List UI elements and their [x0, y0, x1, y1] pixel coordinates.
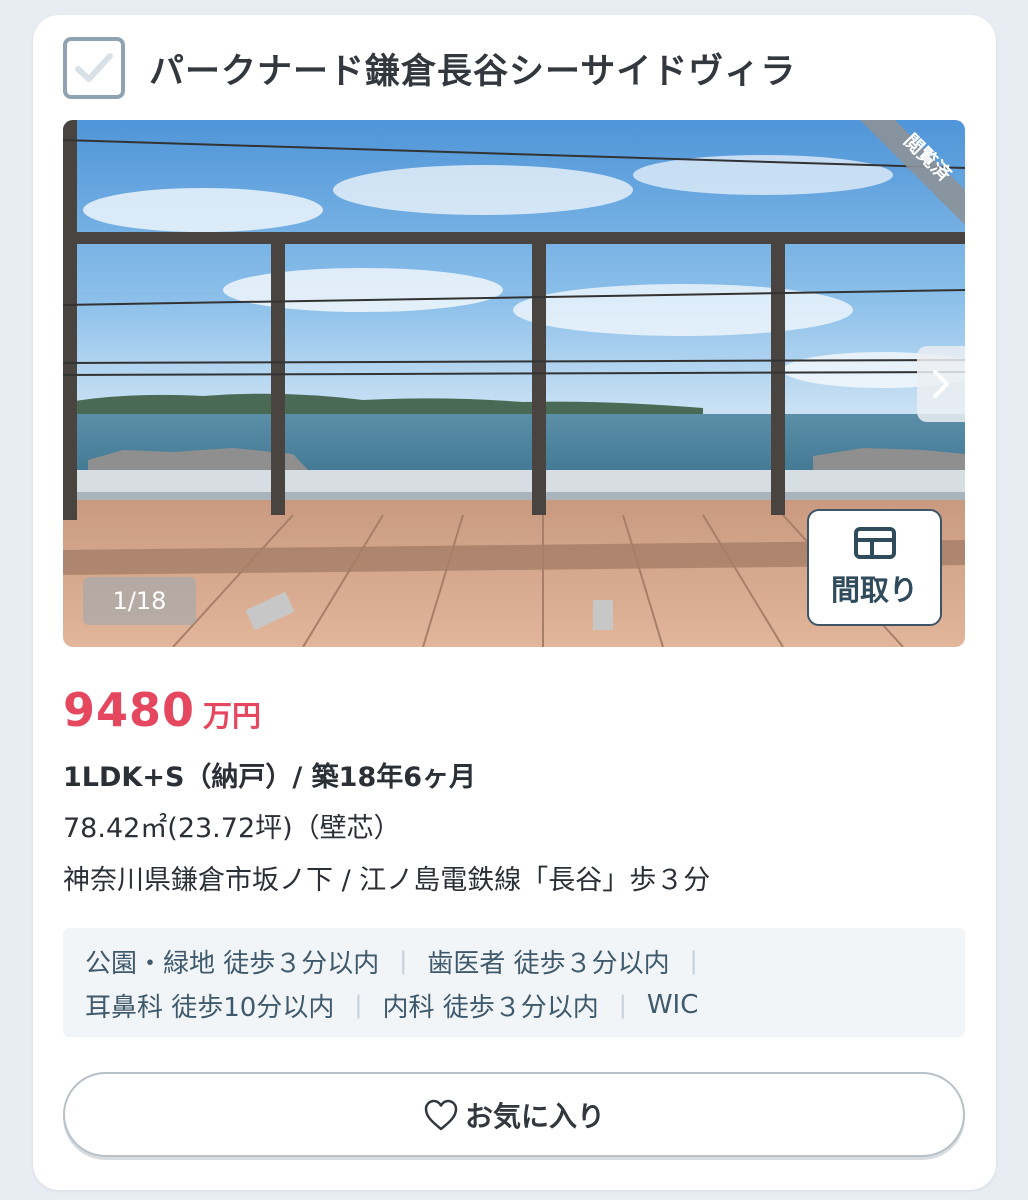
feature-tags: 公園・緑地 徒歩３分以内 | 歯医者 徒歩３分以内 | 耳鼻科 徒歩10分以内 … [63, 928, 965, 1037]
select-checkbox[interactable] [63, 37, 125, 99]
listing-header: パークナード鎌倉長谷シーサイドヴィラ [63, 36, 963, 100]
tag-item: WIC [646, 990, 699, 1020]
tag-separator: | [689, 947, 698, 975]
heart-icon [424, 1099, 458, 1130]
location-access: 神奈川県鎌倉市坂ノ下 / 江ノ島電鉄線「長谷」歩３分 [63, 865, 711, 896]
viewed-ribbon: 閲覧済 [860, 120, 965, 225]
price-unit: 万円 [203, 699, 262, 733]
favorite-button[interactable]: お気に入り [63, 1072, 965, 1157]
listing-card[interactable]: パークナード鎌倉長谷シーサイドヴィラ 閲覧済 1/18 間取り 9480 万円 … [33, 15, 996, 1190]
price-amount: 9480 [63, 683, 196, 737]
layout-age: 1LDK+S（納戸）/ 築18年6ヶ月 [63, 762, 477, 793]
tag-line: 公園・緑地 徒歩３分以内 | 歯医者 徒歩３分以内 | [85, 939, 943, 983]
photo-gallery[interactable]: 閲覧済 1/18 間取り [63, 120, 965, 647]
chevron-right-icon [933, 370, 949, 398]
tag-separator: | [399, 947, 408, 975]
tag-separator: | [618, 991, 627, 1019]
tag-item: 公園・緑地 徒歩３分以内 [85, 948, 380, 979]
tag-item: 耳鼻科 徒歩10分以内 [85, 992, 335, 1023]
tag-item: 内科 徒歩３分以内 [382, 992, 599, 1023]
price: 9480 万円 [63, 683, 261, 737]
floorplan-icon [853, 526, 896, 559]
floor-area: 78.42㎡(23.72坪)（壁芯） [63, 813, 401, 844]
floorplan-button[interactable]: 間取り [807, 509, 942, 626]
next-photo-button[interactable] [917, 346, 965, 422]
check-icon [75, 53, 113, 82]
photo-counter: 1/18 [83, 577, 196, 625]
tag-item: 歯医者 徒歩３分以内 [427, 948, 670, 979]
favorite-label: お気に入り [464, 1099, 605, 1133]
tag-line: 耳鼻科 徒歩10分以内 | 内科 徒歩３分以内 | WIC [85, 983, 943, 1027]
floorplan-label: 間取り [830, 572, 918, 607]
listing-title[interactable]: パークナード鎌倉長谷シーサイドヴィラ [149, 43, 796, 94]
tag-separator: | [354, 991, 363, 1019]
